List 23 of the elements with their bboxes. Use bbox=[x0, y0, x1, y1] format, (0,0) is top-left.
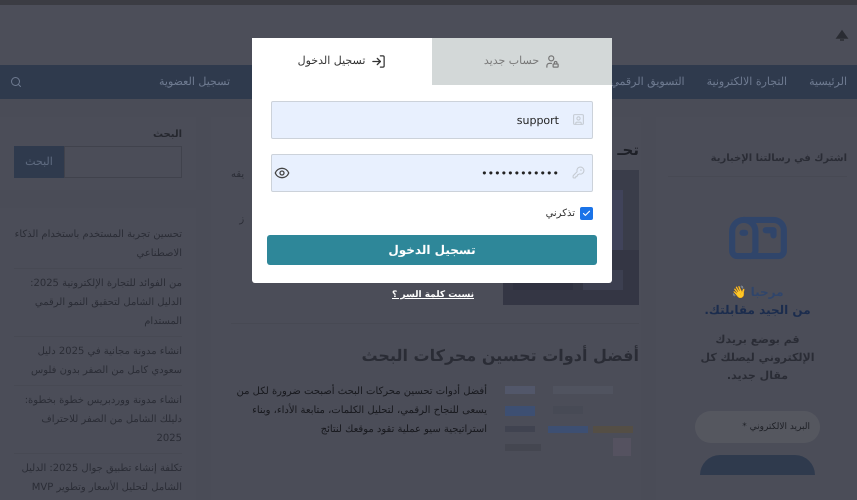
password-field[interactable]: •••••••••••• bbox=[271, 154, 593, 192]
username-field[interactable]: support bbox=[271, 101, 593, 139]
search-icon[interactable] bbox=[10, 76, 22, 88]
nav-link[interactable]: تسجيل العضوية bbox=[159, 74, 230, 90]
user-lock-icon bbox=[545, 54, 560, 69]
search-field[interactable] bbox=[64, 146, 182, 178]
show-password-icon[interactable] bbox=[274, 165, 290, 181]
remember-label: تذكرني bbox=[546, 207, 575, 221]
article-excerpt: أفضل أدوات تحسين محركات البحث أصبحت ضرورة لكل من يسعى للنجاح الرقمي، لتحليل الكلمات، متابعة الأداء، وبناء استراتيجية سيو عملية تقود موقعك لنتائج bbox=[235, 383, 487, 436]
nav-link[interactable]: التجارة الالكترونية bbox=[706, 74, 788, 90]
check-icon bbox=[582, 209, 591, 218]
remember-checkbox[interactable] bbox=[580, 207, 593, 220]
email-field[interactable]: البريد الالكتروني * bbox=[695, 411, 820, 443]
forgot-password-link[interactable]: نسيت كلمة السر ؟ bbox=[392, 289, 474, 302]
dialog-tab[interactable]: حساب جديد bbox=[432, 38, 612, 85]
subscribe-button[interactable] bbox=[700, 455, 815, 475]
user-icon bbox=[572, 113, 585, 126]
login-button[interactable]: تسجيل الدخول bbox=[267, 235, 597, 265]
key-icon bbox=[572, 166, 585, 179]
nav-link[interactable]: الرئيسية bbox=[809, 74, 847, 90]
nav-link[interactable]: التسويق الرقمي bbox=[610, 74, 685, 90]
logo-icon[interactable] bbox=[835, 28, 849, 42]
login-icon bbox=[371, 54, 386, 69]
